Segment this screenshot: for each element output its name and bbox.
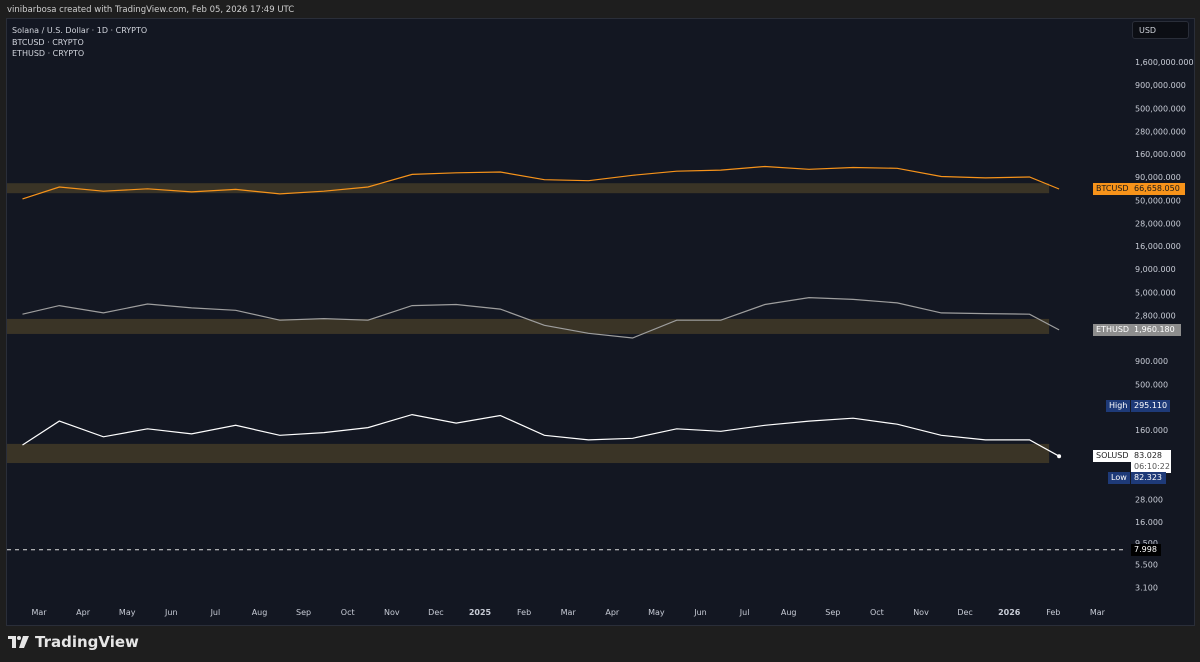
x-tick-label: Apr	[76, 608, 91, 617]
x-tick-label: Dec	[957, 608, 972, 617]
y-tick-label: 3.100	[1135, 584, 1158, 593]
y-tick-label: 28,000.000	[1135, 220, 1181, 229]
y-tick-label: 5.500	[1135, 561, 1158, 570]
y-tick-label: 160.000	[1135, 426, 1168, 435]
btc-price-tag: 66,658.050	[1131, 183, 1185, 195]
y-tick-label: 16,000.000	[1135, 242, 1181, 251]
high-price-tag: 295.110	[1131, 400, 1170, 412]
x-tick-label: 2025	[469, 608, 492, 617]
tradingview-logo: TradingView	[8, 633, 139, 651]
y-tick-label: 900,000.000	[1135, 81, 1186, 90]
x-tick-label: Aug	[781, 608, 797, 617]
x-tick-label: May	[648, 608, 665, 617]
x-tick-label: 2026	[998, 608, 1021, 617]
btc-symbol-tag: BTCUSD	[1093, 183, 1132, 195]
y-tick-label: 90,000.000	[1135, 173, 1181, 182]
x-tick-label: Feb	[517, 608, 531, 617]
x-tick-label: Jul	[210, 608, 221, 617]
currency-button[interactable]: USD	[1132, 21, 1189, 39]
x-tick-label: Oct	[341, 608, 355, 617]
x-tick-label: Jul	[739, 608, 750, 617]
zone-btcusd	[7, 183, 1049, 193]
dashed-line-price-tag: 7.998	[1131, 544, 1161, 556]
eth-symbol-tag: ETHUSD	[1093, 324, 1132, 336]
price-chart[interactable]: 1,600,000.000 900,000.000 500,000.000 280,0…	[7, 19, 1194, 625]
y-tick-label: 28.000	[1135, 496, 1163, 505]
x-tick-label: Nov	[384, 608, 400, 617]
legend-ethusd[interactable]: ETHUSD · CRYPTO	[12, 48, 147, 60]
x-tick-label: Nov	[913, 608, 929, 617]
y-tick-label: 280,000.000	[1135, 128, 1186, 137]
x-tick-label: Mar	[561, 608, 577, 617]
y-tick-label: 900.000	[1135, 357, 1168, 366]
y-tick-label: 16.000	[1135, 518, 1163, 527]
eth-price-tag: 1,960.180	[1131, 324, 1181, 336]
x-tick-label: Oct	[870, 608, 884, 617]
tradingview-logo-icon	[8, 636, 30, 648]
y-tick-label: 160,000.000	[1135, 150, 1186, 159]
x-tick-label: Jun	[693, 608, 707, 617]
zone-solusd	[7, 444, 1049, 463]
series-legend: Solana / U.S. Dollar · 1D · CRYPTO BTCUS…	[12, 25, 147, 60]
legend-btcusd[interactable]: BTCUSD · CRYPTO	[12, 37, 147, 49]
x-tick-label: Apr	[605, 608, 620, 617]
brand-name: TradingView	[35, 633, 139, 651]
x-tick-label: Dec	[428, 608, 443, 617]
x-tick-label: Sep	[825, 608, 840, 617]
low-price-tag: 82.323	[1131, 472, 1166, 484]
x-tick-label: Feb	[1046, 608, 1060, 617]
x-tick-label: Mar	[31, 608, 47, 617]
y-tick-label: 500,000.000	[1135, 104, 1186, 113]
low-label-tag: Low	[1108, 472, 1130, 484]
x-tick-label: Aug	[252, 608, 268, 617]
y-tick-label: 50,000.000	[1135, 196, 1181, 205]
legend-main-symbol[interactable]: Solana / U.S. Dollar · 1D · CRYPTO	[12, 25, 147, 37]
y-tick-label: 5,000.000	[1135, 288, 1176, 297]
chart-pane[interactable]: 1,600,000.000 900,000.000 500,000.000 280,0…	[6, 18, 1195, 626]
x-tick-label: Jun	[164, 608, 178, 617]
sol-symbol-tag: SOLUSD	[1093, 450, 1132, 462]
y-tick-label: 1,600,000.000	[1135, 58, 1194, 67]
x-tick-label: Sep	[296, 608, 311, 617]
x-tick-label: May	[119, 608, 136, 617]
y-tick-label: 500.000	[1135, 380, 1168, 389]
high-label-tag: High	[1106, 400, 1130, 412]
x-tick-label: Mar	[1090, 608, 1106, 617]
chart-credit: vinibarbosa created with TradingView.com…	[7, 5, 294, 15]
last-price-dot	[1057, 454, 1061, 458]
y-tick-label: 2,800.000	[1135, 312, 1176, 321]
series-line-btcusd	[23, 167, 1060, 199]
y-tick-label: 9,000.000	[1135, 265, 1176, 274]
zone-ethusd	[7, 319, 1049, 334]
